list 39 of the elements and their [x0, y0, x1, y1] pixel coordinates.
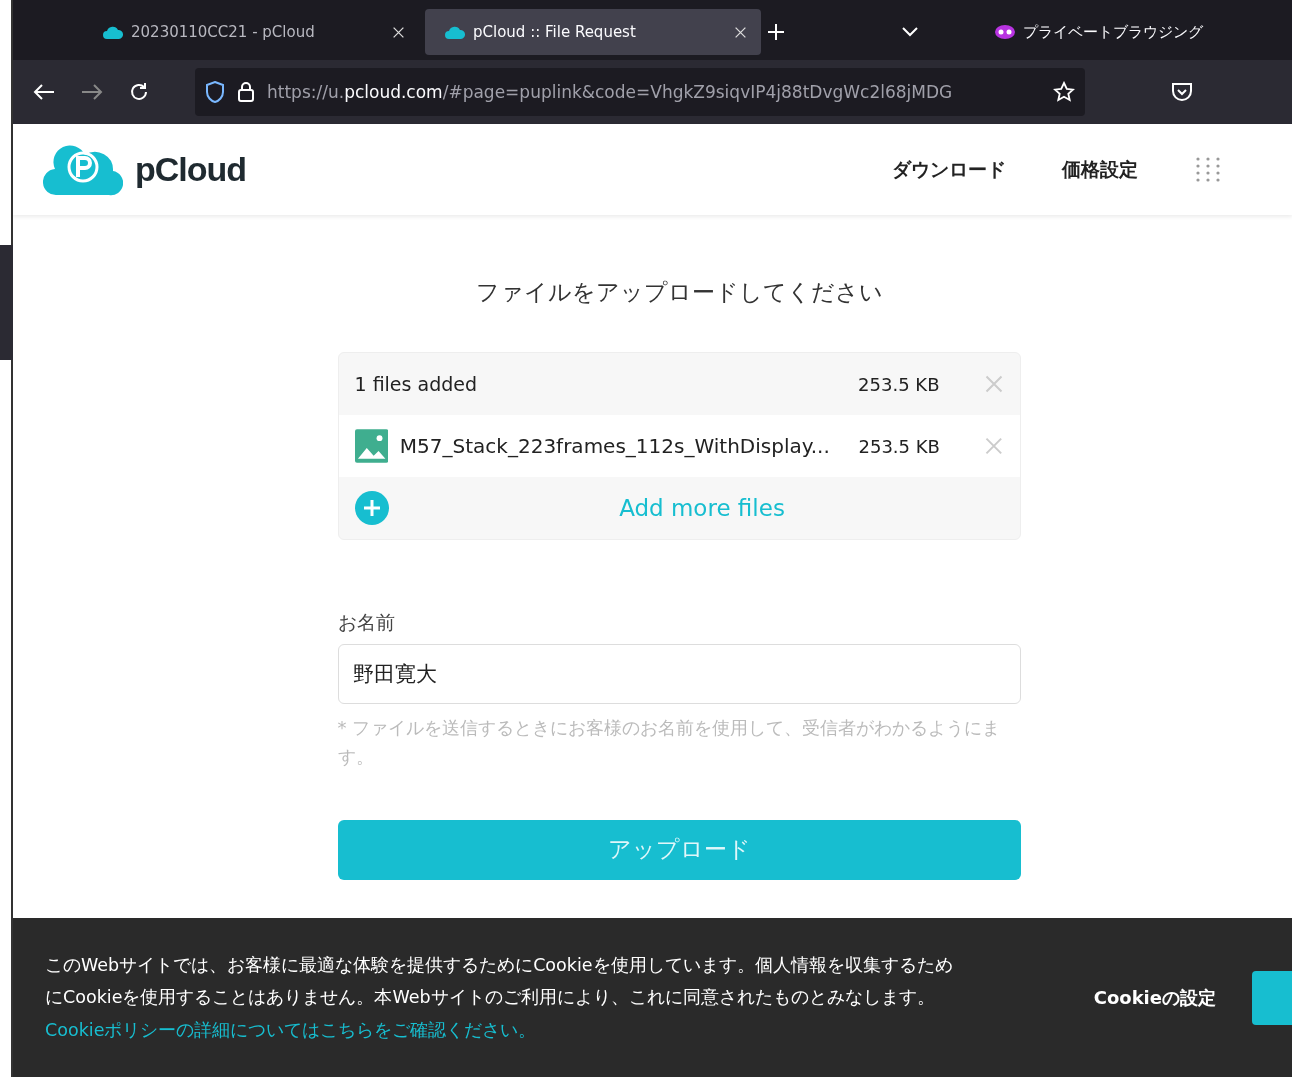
mask-icon	[995, 25, 1015, 39]
close-icon[interactable]	[392, 25, 405, 39]
tab-title: pCloud :: File Request	[473, 23, 637, 41]
cookie-policy-link[interactable]: Cookieポリシーの詳細についてはこちらをご確認ください。	[45, 1019, 537, 1040]
file-name: M57_Stack_223frames_112s_WithDisplay...	[399, 434, 830, 458]
nav-link[interactable]: 価格設定	[1062, 156, 1138, 183]
file-size: 253.5 KB	[857, 435, 940, 457]
files-added-label: 1 files added	[354, 373, 479, 395]
nav-link[interactable]: ダウンロード	[892, 156, 1006, 183]
shield-icon[interactable]	[205, 81, 225, 103]
chevron-down-icon[interactable]	[901, 26, 919, 38]
tab-title: 20230110CC21 - pCloud	[131, 23, 316, 41]
browser-tab[interactable]: pCloud :: File Request	[425, 9, 761, 55]
close-icon[interactable]	[734, 25, 747, 39]
pocket-icon[interactable]	[1171, 82, 1193, 102]
cookie-notice: このWebサイトでは、お客様に最適な体験を提供するためにCookieを使用しています。個人情報を収集するためにCookieを使用することはありません。本Webサイトのご利用により、これに同意されたものとみなします。 Cookieポリシーの詳細についてはこちらをご確認ください。	[45, 953, 954, 1042]
address-bar[interactable]: https://u.pcloud.com/#page=puplink&code=VhgkZ9siqvIP4j88tDvgWc2l68jMDG	[195, 68, 1085, 116]
logo-text: pCloud	[135, 150, 247, 189]
plus-icon[interactable]	[767, 23, 785, 41]
total-size: 253.5 KB	[857, 373, 940, 395]
back-icon[interactable]	[33, 83, 55, 101]
forward-icon[interactable]	[81, 83, 103, 101]
image-file-icon	[354, 429, 388, 463]
name-label: お名前	[337, 610, 396, 635]
lock-icon[interactable]	[237, 81, 255, 103]
cloud-icon	[103, 25, 123, 39]
url-text: https://u.pcloud.com/#page=puplink&code=VhgkZ9siqvIP4j88tDvgWc2l68jMDG	[267, 82, 954, 102]
name-hint: * ファイルを送信するときにお客様のお名前を使用して、受信者がわかるようにます。	[337, 716, 1002, 769]
accept-button[interactable]	[1252, 970, 1292, 1025]
cloud-icon	[445, 25, 465, 39]
name-input[interactable]: 野田寛大	[337, 644, 1021, 704]
cookie-settings-button[interactable]: Cookieの設定	[1087, 984, 1222, 1011]
reload-icon[interactable]	[129, 82, 149, 102]
upload-title: ファイルをアップロードしてください	[474, 278, 884, 307]
logo-icon	[43, 142, 123, 197]
private-browsing-label: プライベートブラウジング	[1023, 22, 1203, 42]
apps-grid-icon[interactable]	[1194, 155, 1222, 184]
star-icon[interactable]	[1053, 81, 1075, 103]
browser-tab[interactable]: 20230110CC21 - pCloud	[83, 9, 419, 55]
